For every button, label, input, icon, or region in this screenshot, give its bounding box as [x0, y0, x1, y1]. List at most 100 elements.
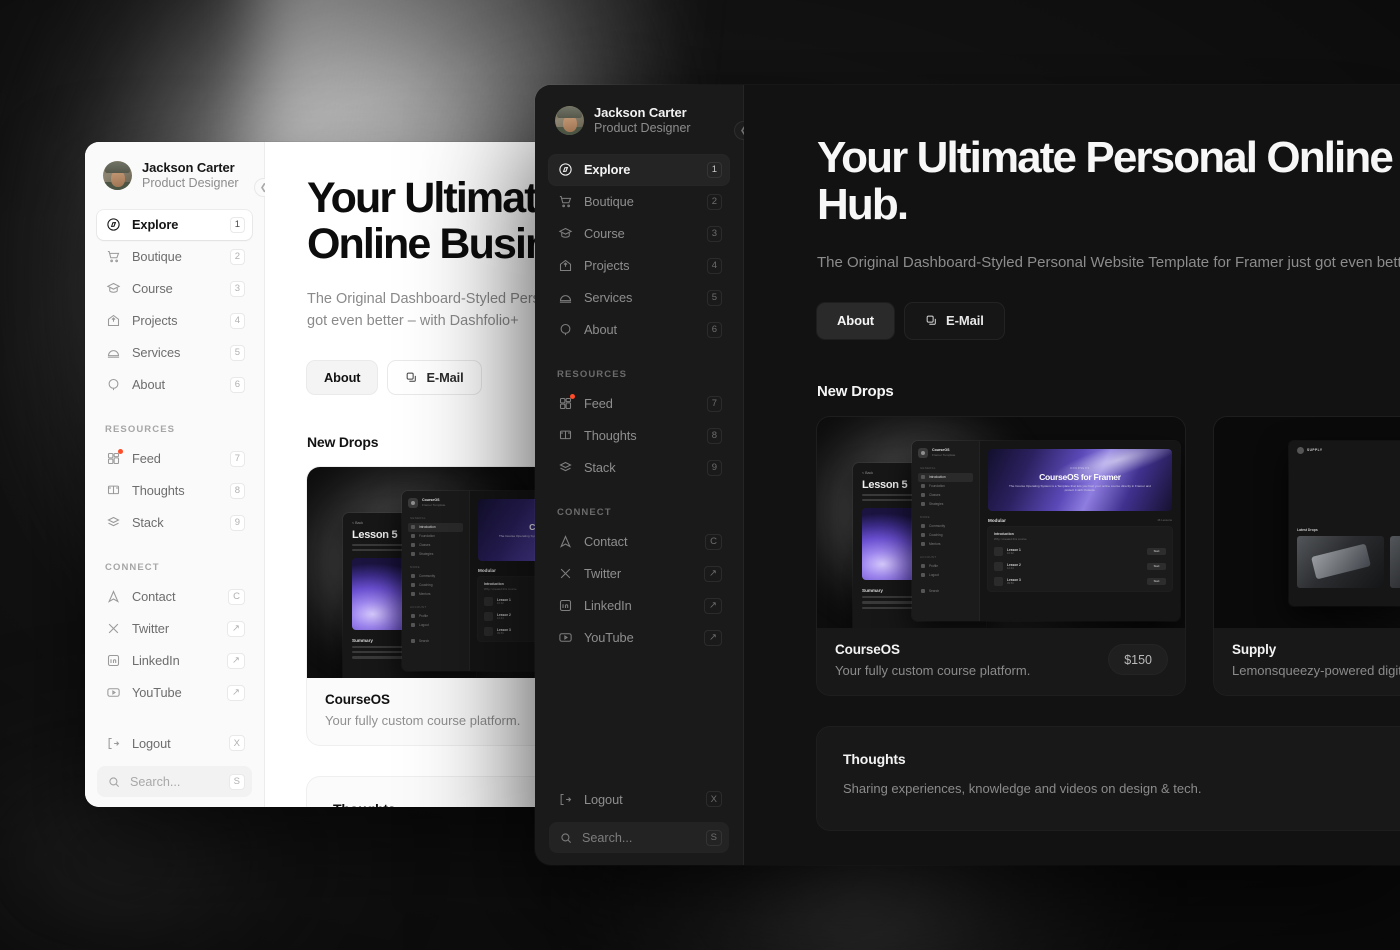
- logout-button[interactable]: Logout X: [97, 728, 252, 758]
- preview-lesson-time: 12:44: [1007, 566, 1014, 570]
- page-title: Your Ultimate Personal Online Business H…: [817, 133, 1400, 229]
- logout-button[interactable]: Logout X: [549, 784, 729, 814]
- sidebar-item-projects[interactable]: Projects 4: [549, 251, 729, 281]
- profile-block[interactable]: Jackson Carter Product Designer: [97, 156, 252, 192]
- logout-arrow-icon: [558, 792, 573, 807]
- sidebar-item-stack[interactable]: Stack 9: [97, 508, 252, 538]
- drop-card[interactable]: SUPPLY About Products E-Commerce Made fo…: [1214, 416, 1400, 695]
- sidebar-item-course[interactable]: Course 3: [549, 219, 729, 249]
- sidebar-item-twitter[interactable]: Twitter ↗: [549, 559, 729, 589]
- sidebar-item-boutique[interactable]: Boutique 2: [549, 187, 729, 217]
- sidebar-item-label: Thoughts: [132, 483, 185, 499]
- sidebar-item-label: Twitter: [132, 621, 169, 637]
- sidebar-item-projects[interactable]: Projects 4: [97, 306, 252, 336]
- search-input[interactable]: Search... S: [549, 822, 729, 853]
- hero-actions: About E-Mail: [817, 302, 1400, 339]
- graduation-cap-icon: [558, 226, 573, 241]
- sidebar-item-label: Course: [132, 281, 173, 297]
- sidebar-item-services[interactable]: Services 5: [97, 338, 252, 368]
- drops-list-dark: < Back Lesson 5 Summary CourseOS Framer …: [817, 416, 1400, 695]
- preview-brand-sub: Framer Template: [932, 453, 956, 458]
- sidebar-item-thoughts[interactable]: Thoughts 8: [97, 476, 252, 506]
- preview-group-label: MORE: [410, 564, 420, 569]
- sidebar-item-label: Explore: [132, 217, 179, 233]
- sidebar-item-about[interactable]: About 6: [97, 370, 252, 400]
- bell-dome-icon: [106, 345, 121, 360]
- sidebar-item-youtube[interactable]: YouTube ↗: [97, 678, 252, 708]
- sidebar-item-explore[interactable]: Explore 1: [97, 209, 252, 240]
- profile-name: Jackson Carter: [142, 160, 235, 175]
- sidebar-item-twitter[interactable]: Twitter ↗: [97, 614, 252, 644]
- sidebar-item-course[interactable]: Course 3: [97, 274, 252, 304]
- shortcut-key: S: [228, 773, 245, 790]
- sidebar-item-boutique[interactable]: Boutique 2: [97, 242, 252, 272]
- sidebar-nav-main: Explore 1 Boutique 2 Course 3 Projects 4…: [97, 209, 252, 710]
- preview-brand: SUPPLY: [1307, 448, 1323, 453]
- external-link-icon: ↗: [704, 629, 722, 646]
- external-link-icon: ↗: [227, 684, 245, 701]
- preview-section-title: Modular: [988, 517, 1006, 523]
- shortcut-key: 7: [229, 450, 245, 467]
- shortcut-key: C: [705, 533, 722, 550]
- shortcut-key: 2: [229, 248, 245, 265]
- sidebar-item-stack[interactable]: Stack 9: [549, 453, 729, 483]
- sidebar-item-contact[interactable]: Contact C: [549, 527, 729, 557]
- avatar: [555, 106, 584, 136]
- preview-nav-item: Coaching: [419, 583, 433, 588]
- thoughts-card[interactable]: Thoughts Sharing experiences, knowledge …: [817, 726, 1400, 830]
- preview-banner-chip: COURSEOS: [1070, 466, 1090, 470]
- drop-title: CourseOS: [325, 691, 390, 707]
- sidebar-item-label: Services: [132, 345, 181, 361]
- sidebar-item-about[interactable]: About 6: [549, 315, 729, 345]
- sidebar-item-explore[interactable]: Explore 1: [549, 154, 729, 185]
- graduation-cap-icon: [106, 281, 121, 296]
- sidebar-light: Jackson Carter Product Designer ❮ Explor…: [85, 142, 273, 807]
- shortcut-key: 3: [706, 225, 722, 242]
- copy-icon: [925, 314, 938, 327]
- drop-thumbnail: < Back Lesson 5 Summary CourseOS Framer …: [817, 416, 1185, 628]
- preview-group-label: MORE: [920, 514, 930, 519]
- search-input[interactable]: Search... S: [97, 766, 252, 797]
- thoughts-title: Thoughts: [843, 750, 906, 767]
- about-button-label: About: [324, 369, 361, 385]
- sidebar-item-thoughts[interactable]: Thoughts 8: [549, 421, 729, 451]
- youtube-icon: [106, 685, 121, 700]
- sidebar-item-label: About: [132, 377, 165, 393]
- sidebar-item-label: Feed: [584, 396, 613, 412]
- about-button-label: About: [837, 313, 875, 329]
- sidebar-item-label: Stack: [584, 460, 616, 476]
- preview-intro-title: Introduction: [994, 531, 1014, 536]
- email-button-label: E-Mail: [426, 369, 464, 385]
- shortcut-key: X: [705, 791, 722, 807]
- email-button[interactable]: E-Mail: [388, 360, 481, 394]
- profile-block[interactable]: Jackson Carter Product Designer: [549, 101, 729, 137]
- shortcut-key: S: [705, 829, 722, 846]
- preview-lesson-button: Start: [1147, 547, 1166, 555]
- about-button[interactable]: About: [307, 360, 378, 394]
- sidebar-item-feed[interactable]: Feed 7: [549, 389, 729, 419]
- drop-card[interactable]: < Back Lesson 5 Summary CourseOS Framer …: [817, 416, 1185, 695]
- drop-title: Supply: [1232, 641, 1277, 657]
- sidebar-item-linkedin[interactable]: LinkedIn ↗: [97, 646, 252, 676]
- preview-section-meta: 16 Lessons: [1157, 518, 1172, 523]
- compass-icon: [558, 162, 573, 177]
- drop-thumbnail: SUPPLY About Products E-Commerce Made fo…: [1214, 416, 1400, 628]
- preview-nav-item: Community: [929, 524, 946, 529]
- search-placeholder: Search...: [130, 774, 181, 789]
- preview-intro-sub: Why I created this course: [994, 536, 1027, 541]
- paper-plane-icon: [106, 589, 121, 604]
- upload-box-icon: [558, 258, 573, 273]
- preview-nav-item: Foundation: [929, 484, 945, 489]
- sidebar-item-linkedin[interactable]: LinkedIn ↗: [549, 591, 729, 621]
- sidebar-item-services[interactable]: Services 5: [549, 283, 729, 313]
- nav-group-connect-label: CONNECT: [105, 561, 160, 573]
- sidebar-item-youtube[interactable]: YouTube ↗: [549, 623, 729, 653]
- about-button[interactable]: About: [817, 302, 895, 339]
- sidebar-item-label: LinkedIn: [132, 653, 180, 669]
- sidebar-item-contact[interactable]: Contact C: [97, 582, 252, 612]
- sidebar-item-feed[interactable]: Feed 7: [97, 444, 252, 474]
- preview-nav-item: Community: [419, 574, 436, 579]
- email-button[interactable]: E-Mail: [905, 302, 1004, 339]
